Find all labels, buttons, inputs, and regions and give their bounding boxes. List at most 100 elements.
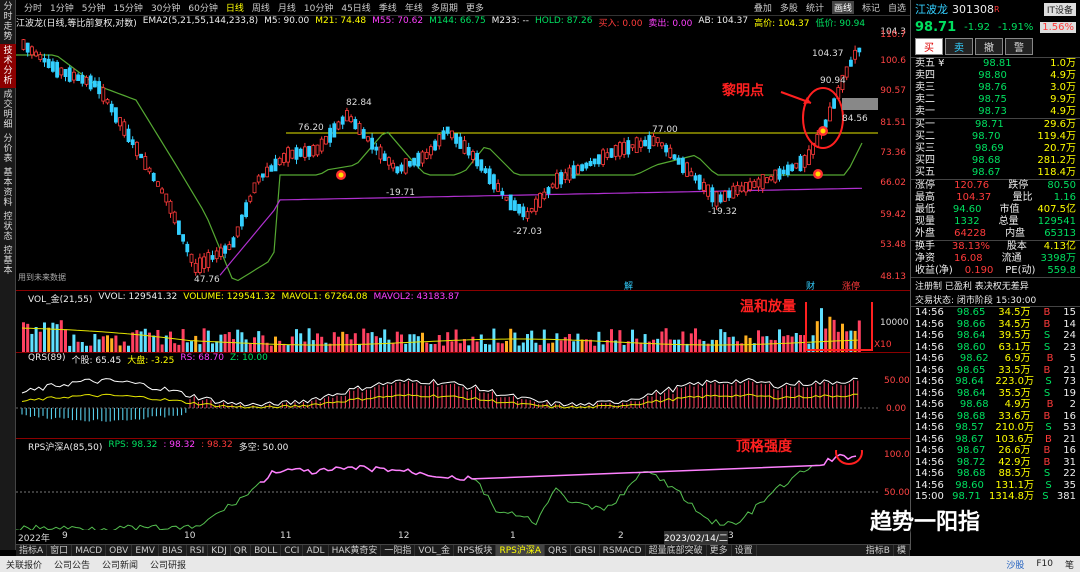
bid-label: 买一: [915, 119, 935, 130]
candle: [790, 164, 794, 172]
tick-volume: 4.9万: [1004, 399, 1031, 410]
tick-count: 21: [1063, 364, 1076, 376]
status-quote-link[interactable]: 关联报价: [0, 558, 48, 571]
status-f10[interactable]: F10: [1030, 559, 1059, 569]
tf-more[interactable]: 更多: [466, 1, 484, 14]
last-price: 98.71: [915, 19, 957, 35]
tab-boll[interactable]: BOLL: [251, 545, 282, 556]
alert-button[interactable]: 警: [1005, 38, 1033, 55]
tab-obv[interactable]: OBV: [106, 545, 133, 556]
label-27-03: -27.03: [513, 227, 542, 237]
tab-qr[interactable]: QR: [231, 545, 252, 556]
volume-bar: [782, 336, 786, 352]
stat-cell: PE(动): [1005, 265, 1036, 276]
tf-45day[interactable]: 45日线: [341, 1, 370, 14]
tab-more[interactable]: 更多: [707, 545, 732, 556]
tf-60min[interactable]: 60分钟: [188, 1, 217, 14]
volume-bar: [282, 343, 286, 352]
bid-volume: 118.4万: [1037, 167, 1076, 178]
cancel-button[interactable]: 撤: [975, 38, 1003, 55]
tab-cci[interactable]: CCI: [281, 545, 304, 556]
candle: [504, 196, 509, 201]
left-tab-technical[interactable]: 技术分析: [0, 44, 16, 88]
candle: [336, 121, 341, 130]
tf-year[interactable]: 年线: [405, 1, 423, 14]
tab-rsmacd[interactable]: RSMACD: [600, 545, 646, 556]
tab-breakout[interactable]: 超量底部突破: [646, 545, 707, 556]
tf-monthly[interactable]: 月线: [278, 1, 296, 14]
tab-macd[interactable]: MACD: [72, 545, 107, 556]
tf-5min[interactable]: 5分钟: [82, 1, 106, 14]
volume-bar: [446, 332, 450, 352]
tf-30min[interactable]: 30分钟: [151, 1, 180, 14]
volume-bar: [391, 342, 395, 352]
tab-rps-hs[interactable]: RPS沪深A: [496, 545, 545, 556]
tf-timeshare[interactable]: 分时: [24, 1, 42, 14]
candle: [534, 198, 538, 212]
volume-bar: [463, 339, 466, 352]
volume-bar: [622, 344, 626, 352]
tb-overlay[interactable]: 叠加: [754, 1, 772, 14]
tab-qrs[interactable]: QRS: [545, 545, 572, 556]
status-announcements[interactable]: 公司公告: [48, 558, 96, 571]
sector-badge[interactable]: IT设备: [1043, 2, 1076, 16]
tick-volume: 1314.8万: [989, 491, 1034, 502]
tab-settings[interactable]: 设置: [732, 545, 757, 556]
candle: [164, 193, 169, 203]
tab-vol-jin[interactable]: VOL_金: [415, 545, 455, 556]
kline-chart[interactable]: 82.84 76.20 77.00 -19.71 -27.03 -19.32 4…: [16, 30, 878, 288]
tab-mode[interactable]: 模: [894, 545, 910, 556]
left-tab-timeshare[interactable]: 分时走势: [0, 0, 16, 44]
status-pen[interactable]: 笔: [1059, 558, 1080, 571]
volume-bar: [845, 331, 849, 352]
tf-multi[interactable]: 多周期: [431, 1, 458, 14]
bid-label: 买三: [915, 143, 935, 154]
ask-volume: 1.0万: [1050, 58, 1076, 69]
tf-quarter[interactable]: 季线: [379, 1, 397, 14]
tb-watchlist[interactable]: 自选: [888, 1, 906, 14]
left-tab-control-state[interactable]: 控状态: [0, 210, 16, 244]
tab-bias[interactable]: BIAS: [159, 545, 187, 556]
tf-15min[interactable]: 15分钟: [113, 1, 142, 14]
tick-row: 14:56 98.64 39.5万 S 24: [911, 330, 1080, 342]
ask-volume: 9.9万: [1050, 94, 1076, 105]
sell-button[interactable]: 卖: [945, 38, 973, 55]
tf-10min[interactable]: 10分钟: [304, 1, 333, 14]
tab-grsi[interactable]: GRSI: [571, 545, 600, 556]
status-research[interactable]: 公司研报: [144, 558, 192, 571]
left-tab-control-basic[interactable]: 控基本: [0, 244, 16, 278]
candle: [130, 139, 135, 146]
tab-adl[interactable]: ADL: [303, 545, 329, 556]
tab-indicator-b[interactable]: 指标B: [863, 545, 894, 556]
buy-button[interactable]: 买: [915, 38, 943, 55]
volume-bar: [244, 339, 248, 352]
tab-emv[interactable]: EMV: [132, 545, 159, 556]
tick-row: 14:56 98.72 42.9万 B 31: [911, 457, 1080, 469]
candle: [731, 185, 736, 199]
candle: [550, 183, 555, 188]
tf-weekly[interactable]: 周线: [252, 1, 270, 14]
tb-stats[interactable]: 统计: [806, 1, 824, 14]
candle: [723, 190, 727, 202]
left-tab-deals[interactable]: 成交明细: [0, 88, 16, 132]
tab-kdj[interactable]: KDJ: [208, 545, 231, 556]
status-sandbox[interactable]: 沙股: [1000, 558, 1030, 571]
tab-window[interactable]: 窗口: [47, 545, 73, 556]
tb-draw[interactable]: 画线: [831, 1, 854, 14]
tab-rps-sector[interactable]: RPS板块: [454, 545, 497, 556]
left-tab-basics[interactable]: 基本资料: [0, 166, 16, 210]
date-11: 11: [280, 531, 292, 541]
tab-indicator-a[interactable]: 指标A: [16, 545, 48, 556]
status-news[interactable]: 公司新闻: [96, 558, 144, 571]
max-strength-circle: [835, 450, 863, 465]
left-tab-price-table[interactable]: 分价表: [0, 132, 16, 166]
tb-mark[interactable]: 标记: [862, 1, 880, 14]
volume-bar: [135, 330, 139, 352]
tf-1min[interactable]: 1分钟: [50, 1, 74, 14]
tab-yiyangzhi[interactable]: 一阳指: [381, 545, 416, 556]
tab-rsi[interactable]: RSI: [187, 545, 209, 556]
tf-daily[interactable]: 日线: [226, 1, 244, 14]
tab-hak[interactable]: HAK黄奇安: [329, 545, 382, 556]
tb-multistock[interactable]: 多股: [780, 1, 798, 14]
tick-time: 14:56: [915, 468, 944, 479]
